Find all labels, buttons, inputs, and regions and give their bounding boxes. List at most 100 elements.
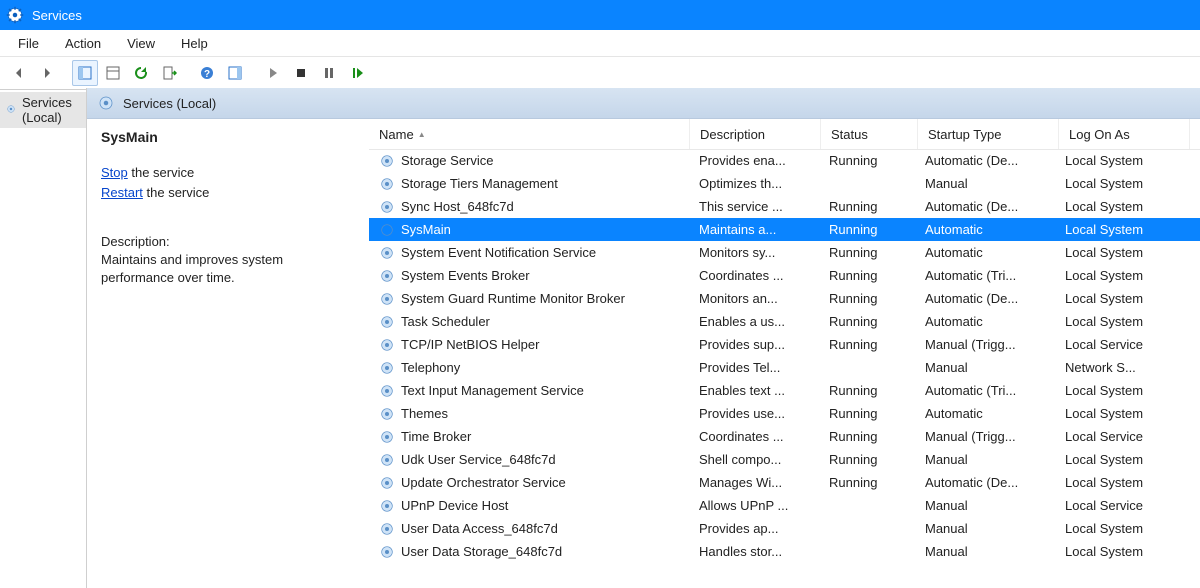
column-header-log-on-as[interactable]: Log On As	[1059, 119, 1190, 149]
service-description: Handles stor...	[689, 544, 819, 559]
description-text: Maintains and improves system performanc…	[101, 251, 355, 287]
menu-action[interactable]: Action	[53, 33, 113, 54]
gear-icon	[379, 544, 395, 560]
service-row[interactable]: Sync Host_648fc7dThis service ...Running…	[369, 195, 1200, 218]
menu-help[interactable]: Help	[169, 33, 220, 54]
window-title: Services	[32, 8, 82, 23]
service-row[interactable]: User Data Access_648fc7dProvides ap...Ma…	[369, 517, 1200, 540]
service-description: Provides sup...	[689, 337, 819, 352]
service-row[interactable]: Storage ServiceProvides ena...RunningAut…	[369, 149, 1200, 172]
export-list-button[interactable]	[156, 60, 182, 86]
service-name-cell: UPnP Device Host	[369, 498, 689, 514]
service-row[interactable]: User Data Storage_648fc7d Handles stor...…	[369, 540, 1200, 563]
service-row[interactable]: SysMainMaintains a...RunningAutomaticLoc…	[369, 218, 1200, 241]
service-description: Shell compo...	[689, 452, 819, 467]
column-header-description[interactable]: Description	[690, 119, 821, 149]
properties-button[interactable]	[100, 60, 126, 86]
pane-header: Services (Local)	[87, 88, 1200, 119]
refresh-button[interactable]	[128, 60, 154, 86]
service-status: Running	[819, 383, 915, 398]
service-description: Optimizes th...	[689, 176, 819, 191]
list-header: Name▲ Description Status Startup Type Lo…	[369, 119, 1200, 150]
service-startup-type: Manual	[915, 176, 1055, 191]
column-header-status[interactable]: Status	[821, 119, 918, 149]
service-name: System Events Broker	[401, 268, 530, 283]
service-row[interactable]: ThemesProvides use...RunningAutomaticLoc…	[369, 402, 1200, 425]
column-header-name[interactable]: Name▲	[369, 119, 690, 149]
service-name-cell: SysMain	[369, 222, 689, 238]
service-description: Enables a us...	[689, 314, 819, 329]
gear-icon	[379, 337, 395, 353]
gear-icon	[379, 314, 395, 330]
service-row[interactable]: UPnP Device HostAllows UPnP ...ManualLoc…	[369, 494, 1200, 517]
service-name: User Data Storage_648fc7d	[401, 544, 562, 559]
service-status: Running	[819, 291, 915, 306]
service-name-cell: Update Orchestrator Service	[369, 475, 689, 491]
service-log-on-as: Local System	[1055, 222, 1185, 237]
console-tree: Services (Local)	[0, 88, 87, 588]
service-log-on-as: Local System	[1055, 314, 1185, 329]
service-log-on-as: Local System	[1055, 544, 1185, 559]
gear-icon	[379, 222, 395, 238]
service-startup-type: Automatic	[915, 245, 1055, 260]
restart-service-button[interactable]	[344, 60, 370, 86]
service-startup-type: Automatic (De...	[915, 475, 1055, 490]
gear-icon	[379, 475, 395, 491]
service-name-cell: User Data Storage_648fc7d	[369, 544, 689, 560]
service-row[interactable]: Text Input Management ServiceEnables tex…	[369, 379, 1200, 402]
service-description: Provides Tel...	[689, 360, 819, 375]
service-row[interactable]: Task SchedulerEnables a us...RunningAuto…	[369, 310, 1200, 333]
show-hide-tree-button[interactable]	[72, 60, 98, 86]
service-row[interactable]: System Events BrokerCoordinates ...Runni…	[369, 264, 1200, 287]
svg-text:?: ?	[204, 69, 210, 80]
service-startup-type: Automatic	[915, 406, 1055, 421]
forward-button[interactable]	[34, 60, 60, 86]
service-name: SysMain	[401, 222, 451, 237]
service-name: System Guard Runtime Monitor Broker	[401, 291, 625, 306]
service-status: Running	[819, 337, 915, 352]
service-row[interactable]: Time BrokerCoordinates ...RunningManual …	[369, 425, 1200, 448]
menu-view[interactable]: View	[115, 33, 167, 54]
service-row[interactable]: System Guard Runtime Monitor BrokerMonit…	[369, 287, 1200, 310]
service-startup-type: Automatic	[915, 222, 1055, 237]
service-description: Provides ap...	[689, 521, 819, 536]
console-tree-root-label: Services (Local)	[22, 95, 80, 125]
service-name-cell: Text Input Management Service	[369, 383, 689, 399]
service-startup-type: Manual	[915, 544, 1055, 559]
service-name: Storage Tiers Management	[401, 176, 558, 191]
service-startup-type: Automatic (De...	[915, 153, 1055, 168]
description-label: Description:	[101, 234, 355, 249]
service-startup-type: Manual	[915, 498, 1055, 513]
service-row[interactable]: System Event Notification ServiceMonitor…	[369, 241, 1200, 264]
gear-icon	[379, 360, 395, 376]
service-log-on-as: Local System	[1055, 452, 1185, 467]
help-button[interactable]: ?	[194, 60, 220, 86]
service-name-cell: Themes	[369, 406, 689, 422]
service-row[interactable]: TCP/IP NetBIOS HelperProvides sup...Runn…	[369, 333, 1200, 356]
menu-file[interactable]: File	[6, 33, 51, 54]
service-name: Task Scheduler	[401, 314, 490, 329]
service-row[interactable]: Update Orchestrator ServiceManages Wi...…	[369, 471, 1200, 494]
stop-service-link[interactable]: Stop	[101, 165, 128, 180]
service-description: Provides use...	[689, 406, 819, 421]
service-name: Update Orchestrator Service	[401, 475, 566, 490]
service-name: Themes	[401, 406, 448, 421]
service-row[interactable]: TelephonyProvides Tel...ManualNetwork S.…	[369, 356, 1200, 379]
service-name-cell: TCP/IP NetBIOS Helper	[369, 337, 689, 353]
stop-service-button[interactable]	[288, 60, 314, 86]
gear-icon	[6, 102, 16, 118]
service-row[interactable]: Storage Tiers Management Optimizes th... M…	[369, 172, 1200, 195]
menu-bar: File Action View Help	[0, 30, 1200, 57]
service-row[interactable]: Udk User Service_648fc7dShell compo...Ru…	[369, 448, 1200, 471]
start-service-button[interactable]	[260, 60, 286, 86]
service-name-cell: Telephony	[369, 360, 689, 376]
service-name-cell: Storage Service	[369, 153, 689, 169]
restart-service-link[interactable]: Restart	[101, 185, 143, 200]
service-log-on-as: Local System	[1055, 475, 1185, 490]
console-tree-root[interactable]: Services (Local)	[0, 92, 86, 128]
pause-service-button[interactable]	[316, 60, 342, 86]
column-header-startup-type[interactable]: Startup Type	[918, 119, 1059, 149]
back-button[interactable]	[6, 60, 32, 86]
service-log-on-as: Local System	[1055, 291, 1185, 306]
show-hide-action-pane-button[interactable]	[222, 60, 248, 86]
